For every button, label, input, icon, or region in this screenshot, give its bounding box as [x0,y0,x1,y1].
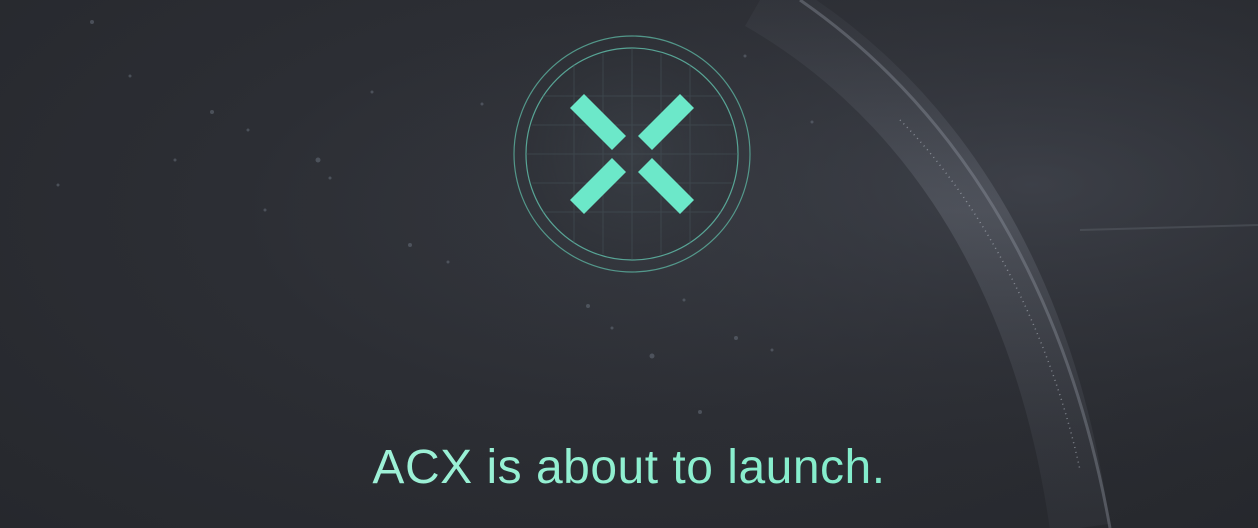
acx-cross-logo-icon [513,35,751,273]
launch-headline: ACX is about to launch. [0,436,1258,500]
launch-splash: ACX is about to launch. [0,0,1258,528]
